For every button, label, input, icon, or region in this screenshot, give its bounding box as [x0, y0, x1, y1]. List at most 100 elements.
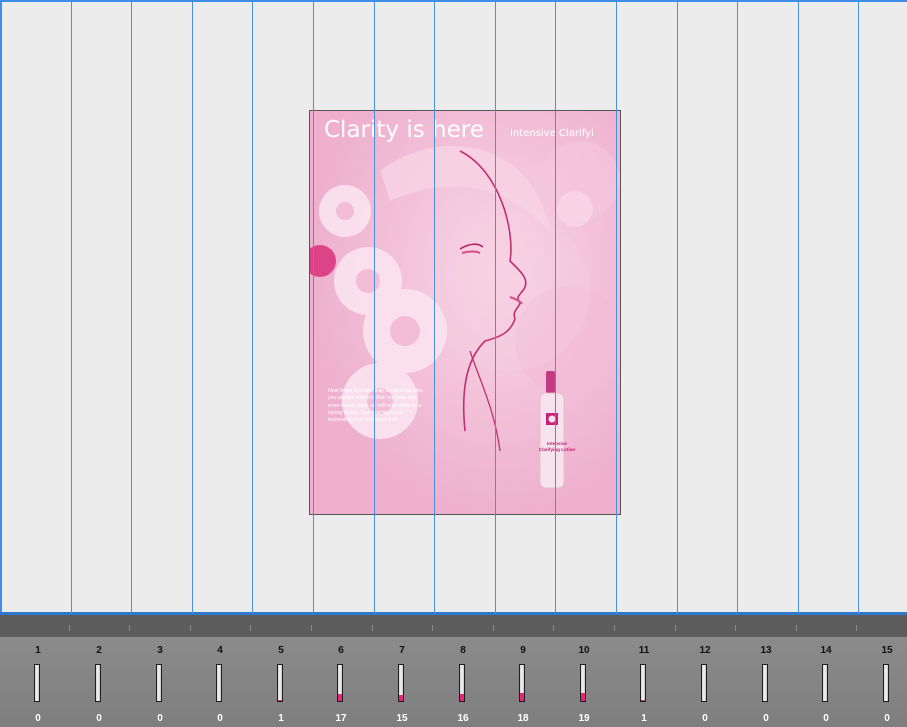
column-guide[interactable] [313, 2, 314, 614]
ruler-tick [796, 625, 797, 631]
meter-fill [460, 694, 464, 701]
column-count: 15 [396, 713, 408, 724]
column-number: 4 [217, 645, 223, 656]
column-count: 1 [278, 713, 284, 724]
column-guide[interactable] [252, 2, 253, 614]
meter-bar [822, 664, 828, 702]
ruler-tick [190, 625, 191, 631]
column-count: 0 [217, 713, 223, 724]
meter-bar [580, 664, 586, 702]
meter-bar [398, 664, 404, 702]
ruler-tick [856, 625, 857, 631]
column-number: 2 [96, 645, 102, 656]
column-meter: 9 18 [508, 637, 538, 727]
column-count: 18 [517, 713, 529, 724]
column-guide[interactable] [677, 2, 678, 614]
column-guide[interactable] [495, 2, 496, 614]
column-count: 17 [335, 713, 347, 724]
column-guide[interactable] [555, 2, 556, 614]
column-meter: 30 [145, 637, 175, 727]
column-guide[interactable] [858, 2, 859, 614]
ruler-tick [311, 625, 312, 631]
column-number: 12 [699, 645, 711, 656]
column-guide[interactable] [374, 2, 375, 614]
column-number: 7 [399, 645, 405, 656]
ruler-tick [250, 625, 251, 631]
column-number: 3 [157, 645, 163, 656]
meter-fill [581, 693, 585, 701]
ad-artwork [310, 111, 620, 514]
column-number: 13 [760, 645, 772, 656]
meter-fill [641, 700, 645, 701]
column-meter: 11 1 [629, 637, 659, 727]
meter-bar [156, 664, 162, 702]
column-count: 16 [457, 713, 469, 724]
column-guide[interactable] [737, 2, 738, 614]
ruler-tick [432, 625, 433, 631]
column-meter: 15 0 [872, 637, 902, 727]
column-count: 0 [96, 713, 102, 724]
bottle-label: Intensive Clarifying Lotion [538, 441, 576, 452]
column-meter: 6 17 [326, 637, 356, 727]
column-number: 6 [338, 645, 344, 656]
column-meter: 7 15 [387, 637, 417, 727]
ruler-tick [69, 625, 70, 631]
column-number: 8 [460, 645, 466, 656]
column-count: 1 [641, 713, 647, 724]
column-count: 0 [763, 713, 769, 724]
column-number: 11 [638, 645, 650, 656]
meter-bar [640, 664, 646, 702]
column-meter: 12 0 [690, 637, 720, 727]
meter-bar [883, 664, 889, 702]
column-meter: 10 [23, 637, 53, 727]
layout-canvas[interactable]: Clarity is here Intensive Clarifyi Now t… [0, 0, 907, 614]
meter-fill [338, 693, 342, 701]
ruler-tick [735, 625, 736, 631]
column-guide[interactable] [798, 2, 799, 614]
column-meter: 40 [205, 637, 235, 727]
column-number: 1 [35, 645, 41, 656]
ruler-tick [614, 625, 615, 631]
column-count: 0 [35, 713, 41, 724]
column-guide[interactable] [131, 2, 132, 614]
ruler-tick [372, 625, 373, 631]
column-number: 14 [820, 645, 832, 656]
column-number: 10 [578, 645, 590, 656]
column-meter: 51 [266, 637, 296, 727]
column-meter: 13 0 [751, 637, 781, 727]
column-count: 0 [884, 713, 890, 724]
column-guide[interactable] [434, 2, 435, 614]
column-count: 0 [702, 713, 708, 724]
column-number: 9 [520, 645, 526, 656]
meter-fill [278, 700, 282, 701]
ruler-tick [553, 625, 554, 631]
document-page[interactable]: Clarity is here Intensive Clarifyi Now t… [309, 110, 621, 515]
column-meters-panel: 1 0 2 0 3 0 4 0 5 1 6 17 7 15 8 16 9 18 10 19 11 1 12 0 13 0 14 0 15… [0, 637, 907, 727]
ad-body-copy: Now there is a new way to have the skin … [328, 388, 423, 424]
column-guide[interactable] [71, 2, 72, 614]
column-count: 0 [157, 713, 163, 724]
meter-bar [34, 664, 40, 702]
meter-bar [337, 664, 343, 702]
meter-bar [762, 664, 768, 702]
column-count: 0 [823, 713, 829, 724]
column-guide[interactable] [192, 2, 193, 614]
column-guide[interactable] [616, 2, 617, 614]
column-number: 5 [278, 645, 284, 656]
column-meter: 20 [84, 637, 114, 727]
column-meter: 10 19 [569, 637, 599, 727]
column-number: 15 [881, 645, 893, 656]
meter-bar [95, 664, 101, 702]
ad-subhead: Intensive Clarifyi [510, 128, 594, 139]
meter-fill [399, 694, 403, 701]
meter-bar [459, 664, 465, 702]
column-meter: 14 0 [811, 637, 841, 727]
ad-headline: Clarity is here [324, 117, 484, 143]
meter-bar [216, 664, 222, 702]
ruler-tick [129, 625, 130, 631]
meter-bar [277, 664, 283, 702]
column-ruler [0, 615, 907, 637]
meter-bar [701, 664, 707, 702]
ruler-tick [493, 625, 494, 631]
meter-fill [520, 693, 524, 701]
